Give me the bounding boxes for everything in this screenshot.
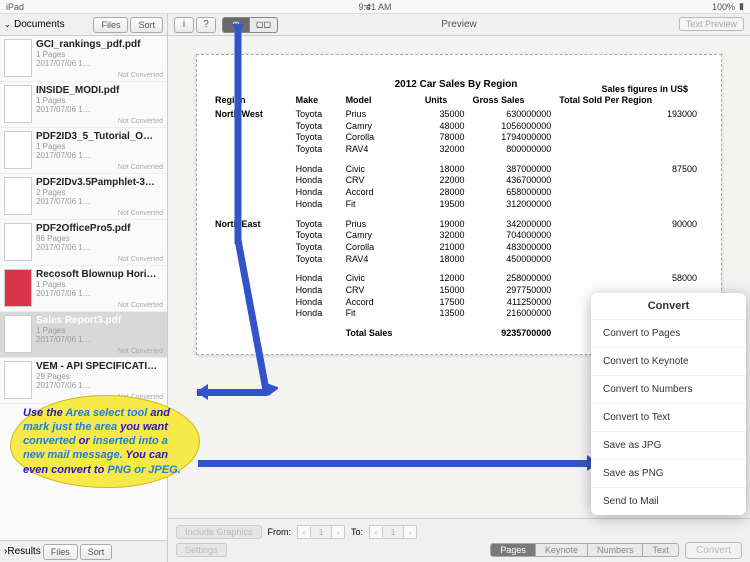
arrow-3	[198, 460, 598, 467]
doc-item[interactable]: PDF2OfficePro5.pdf86 Pages2017/07/06 1… …	[0, 220, 167, 266]
convert-popup: Convert Convert to PagesConvert to Keyno…	[591, 293, 746, 515]
format-tabs: Pages Keynote Numbers Text	[490, 543, 679, 557]
sort-button-2[interactable]: Sort	[80, 544, 113, 560]
files-button[interactable]: Files	[93, 17, 128, 33]
doc-item[interactable]: Sales Report3.pdf1 Pages2017/07/06 1… No…	[0, 312, 167, 358]
files-button-2[interactable]: Files	[43, 544, 78, 560]
doc-thumb	[4, 177, 32, 215]
tab-keynote[interactable]: Keynote	[536, 543, 588, 557]
callout-cloud: Use the Area select tool and mark just t…	[10, 395, 200, 488]
to-label: To:	[351, 527, 363, 537]
doc-thumb	[4, 361, 32, 399]
doc-thumb	[4, 315, 32, 353]
doc-thumb	[4, 131, 32, 169]
status-carrier: iPad	[6, 2, 24, 12]
text-preview-button[interactable]: Text Preview	[679, 17, 744, 31]
documents-title: Documents	[14, 19, 91, 30]
doc-item[interactable]: Recosoft Blownup Hori…1 Pages2017/07/06 …	[0, 266, 167, 312]
documents-header: ⌄ Documents Files Sort	[0, 14, 167, 36]
convert-button[interactable]: Convert	[685, 542, 742, 559]
doc-thumb	[4, 269, 32, 307]
tab-pages[interactable]: Pages	[490, 543, 536, 557]
preview-footer: Include Graphics From: ‹1› To: ‹1› Setti…	[168, 518, 750, 562]
include-graphics-toggle[interactable]: Include Graphics	[176, 525, 262, 539]
results-footer: › Results Files Sort	[0, 540, 167, 562]
popup-title: Convert	[591, 293, 746, 319]
doc-thumb	[4, 39, 32, 77]
doc-item[interactable]: GCI_rankings_pdf.pdf1 Pages2017/07/06 1……	[0, 36, 167, 82]
sort-button[interactable]: Sort	[130, 17, 163, 33]
popup-item[interactable]: Convert to Text	[591, 403, 746, 431]
doc-item[interactable]: PDF2IDv3.5Pamphlet-3…2 Pages2017/07/06 1…	[0, 174, 167, 220]
doc-item[interactable]: INSIDE_MODI.pdf1 Pages2017/07/06 1… Not …	[0, 82, 167, 128]
from-stepper[interactable]: ‹1›	[297, 525, 345, 539]
status-bar: iPad ᯤ 9:41 AM 100%▮	[0, 0, 750, 14]
status-time: 9:41 AM	[358, 2, 391, 12]
battery-label: 100%	[712, 2, 735, 12]
battery-icon: ▮	[739, 1, 744, 12]
preview-title: Preview	[441, 19, 477, 30]
doc-item[interactable]: PDF2ID3_5_Tutorial_O…1 Pages2017/07/06 1…	[0, 128, 167, 174]
doc-thumb	[4, 85, 32, 123]
popup-item[interactable]: Save as JPG	[591, 431, 746, 459]
settings-button[interactable]: Settings	[176, 543, 227, 557]
tab-numbers[interactable]: Numbers	[588, 543, 644, 557]
chevron-down-icon[interactable]: ⌄	[4, 20, 14, 29]
tab-text[interactable]: Text	[643, 543, 679, 557]
popup-item[interactable]: Convert to Keynote	[591, 347, 746, 375]
info-icon[interactable]: i	[174, 17, 194, 33]
popup-item[interactable]: Convert to Numbers	[591, 375, 746, 403]
popup-item[interactable]: Save as PNG	[591, 459, 746, 487]
from-label: From:	[268, 527, 292, 537]
arrow-1	[196, 24, 278, 396]
results-title: Results	[7, 546, 40, 557]
sales-caption: Sales figures in US$	[601, 84, 688, 94]
doc-thumb	[4, 223, 32, 261]
to-stepper[interactable]: ‹1›	[369, 525, 417, 539]
popup-item[interactable]: Send to Mail	[591, 487, 746, 515]
popup-item[interactable]: Convert to Pages	[591, 319, 746, 347]
